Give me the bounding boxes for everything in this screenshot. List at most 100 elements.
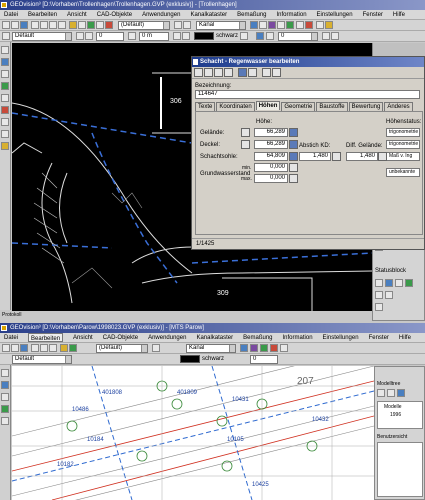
tab-texte[interactable]: Texte [195,102,216,111]
status-icon-7[interactable] [375,303,383,311]
height-field[interactable]: 0 m [139,32,169,41]
arrow-icon[interactable] [128,32,136,40]
status-icon-1[interactable] [375,279,383,287]
refresh-icon[interactable] [286,21,294,29]
menu-ansicht[interactable]: Ansicht [73,333,93,342]
draw-arc-icon[interactable] [1,58,9,66]
kanal-combo-2[interactable]: Kanal [186,344,236,353]
deckel-status[interactable]: trigonometrie [386,140,420,149]
color-swatch-2[interactable] [180,355,200,363]
dialog-print-icon[interactable] [248,68,257,77]
save-icon[interactable] [20,21,28,29]
fill-icon[interactable] [322,32,330,40]
color-picker-icon[interactable] [240,32,248,40]
select-icon[interactable] [96,21,104,29]
open-icon[interactable] [11,344,19,352]
menu-information[interactable]: Information [283,333,313,342]
tree-item-1996[interactable]: 1996 [390,411,401,419]
line-width-icon[interactable] [85,32,93,40]
print-icon[interactable] [31,344,39,352]
draw-shaft-icon[interactable] [1,106,9,114]
layer-combo[interactable]: Default [12,32,72,41]
stop-icon[interactable] [270,344,278,352]
tree-tool-icon-2[interactable] [387,389,395,397]
draw-line-icon[interactable] [1,369,9,377]
settings-icon[interactable] [280,344,288,352]
line-style-icon[interactable] [76,32,84,40]
copy-icon[interactable] [49,344,57,352]
copy-icon[interactable] [49,21,57,29]
status-icon-6[interactable] [385,291,393,299]
tree-item-modelle[interactable]: Modelle [384,403,402,411]
undo-icon[interactable] [174,21,182,29]
menu-hilfe[interactable]: Hilfe [393,10,405,19]
menu-fenster[interactable]: Fenster [369,333,389,342]
tab-hoehen[interactable]: Höhen [255,101,281,110]
pen-combo-2[interactable]: 0 [250,355,278,364]
draw-text-icon[interactable] [1,417,9,425]
next-record-icon[interactable] [214,68,223,77]
draw-text-icon[interactable] [1,94,9,102]
menu-bemassung[interactable]: Bemaßung [237,10,266,19]
gw-min-field[interactable]: 0,000 [254,163,288,172]
pen-icon[interactable] [266,32,274,40]
menu-fenster[interactable]: Fenster [363,10,383,19]
last-record-icon[interactable] [224,68,233,77]
dialog-save-icon[interactable] [238,68,247,77]
delete-icon[interactable] [105,21,113,29]
kanal-combo[interactable]: Kanal [196,21,246,30]
gw-max-calc-icon[interactable] [289,174,298,183]
abstich-field[interactable]: 1,480 [299,152,331,161]
menu-cad-objekte[interactable]: CAD-Objekte [97,10,132,19]
menu-anwendungen[interactable]: Anwendungen [148,333,186,342]
tab-anderes[interactable]: Anderes [384,102,413,111]
layer-icon[interactable] [69,344,77,352]
benutzersicht-list[interactable] [377,442,423,497]
color-swatch[interactable] [194,32,214,40]
settings-icon[interactable] [316,21,324,29]
gw-status[interactable]: unbekannte [386,168,420,177]
pan-icon[interactable] [78,21,86,29]
tab-koordinaten[interactable]: Koordinaten [216,102,255,111]
bezeichnung-field[interactable]: 114647 [195,90,420,99]
dialog-search-icon[interactable] [272,68,281,77]
prev-record-icon[interactable] [204,68,213,77]
menu-bearbeiten[interactable]: Bearbeiten [28,10,57,19]
deckel-pick-icon[interactable] [241,140,250,149]
style-combo-2[interactable]: (Default) [96,344,148,353]
tree-tool-icon-1[interactable] [377,389,385,397]
schachtsohle-field[interactable]: 64,809 [254,152,288,161]
abstich-calc-icon[interactable] [332,152,341,161]
draw-polyline-icon[interactable] [1,70,9,78]
draw-line-icon[interactable] [1,46,9,54]
status-icon-2[interactable] [385,279,393,287]
measure-icon[interactable] [250,21,258,29]
undo-icon[interactable] [152,344,160,352]
menu-bemassung[interactable]: Bemaßung [243,333,272,342]
first-record-icon[interactable] [194,68,203,77]
layer-combo-2[interactable]: Default [12,355,72,364]
grid-icon[interactable] [259,21,267,29]
gw-min-calc-icon[interactable] [289,163,298,172]
menu-information[interactable]: Information [277,10,307,19]
pattern-icon[interactable] [331,32,339,40]
schachtsohle-calc-icon[interactable] [289,152,298,161]
status-icon-3[interactable] [395,279,403,287]
map-canvas[interactable]: 207 401808 401809 10486 10184 10182 1043… [12,366,374,500]
symbol-icon[interactable] [256,32,264,40]
menu-anwendungen[interactable]: Anwendungen [142,10,180,19]
gelaende-status[interactable]: trigonometrie [386,128,420,137]
layer-status-icon[interactable] [2,32,10,40]
pen-combo[interactable]: 0 [278,32,318,41]
draw-point-icon[interactable] [1,405,9,413]
diff-gelaende-field[interactable]: 1,480 [346,152,378,161]
tree-tool-icon-3[interactable] [397,389,405,397]
paste-icon[interactable] [58,21,66,29]
gelaende-pick-icon[interactable] [241,128,250,137]
help-icon[interactable] [325,21,333,29]
snap-icon[interactable] [250,344,258,352]
style-combo[interactable]: (Default) [118,21,170,30]
open-icon[interactable] [11,21,19,29]
tab-geometrie[interactable]: Geometrie [281,102,316,111]
draw-arc-icon[interactable] [1,381,9,389]
